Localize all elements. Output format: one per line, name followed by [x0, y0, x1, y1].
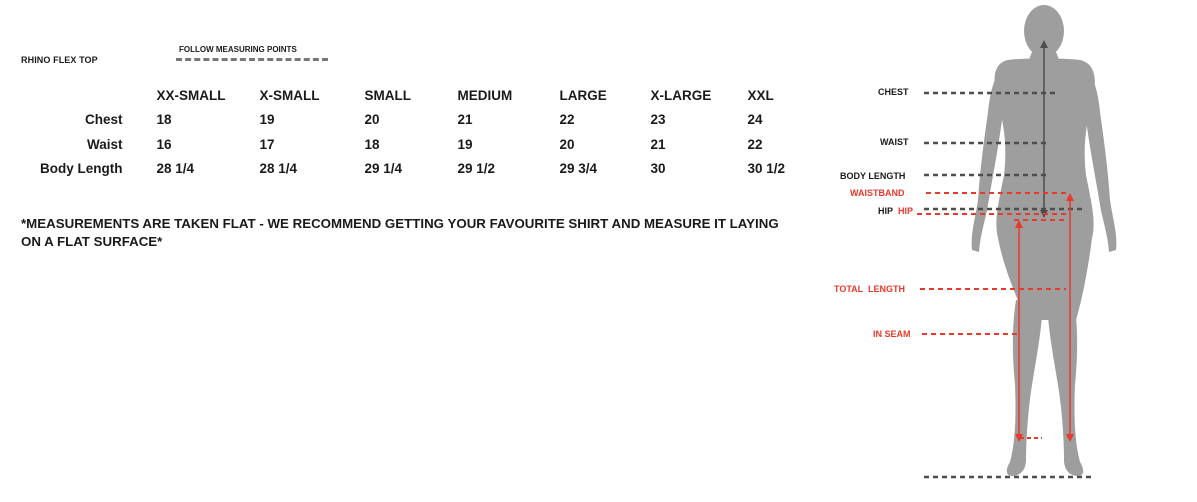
- size-column-header: X-SMALL: [259, 87, 320, 103]
- table-cell: 22: [747, 136, 763, 152]
- table-cell: 19: [259, 112, 275, 128]
- table-row: Body Length 28 1/4 28 1/4 29 1/4 29 1/2 …: [40, 157, 798, 182]
- size-column-header: MEDIUM: [457, 87, 513, 103]
- row-label: Waist: [86, 136, 123, 152]
- table-cell: 18: [156, 112, 172, 128]
- measuring-points-legend-line: [176, 58, 328, 61]
- size-header-row: XX-SMALL X-SMALL SMALL MEDIUM LARGE X-LA…: [40, 83, 798, 108]
- waistband-label: WAISTBAND: [850, 188, 905, 198]
- product-name: RHINO FLEX TOP: [21, 55, 98, 65]
- measuring-points-legend-label: FOLLOW MEASURING POINTS: [179, 45, 297, 54]
- table-cell: 22: [559, 112, 575, 128]
- hip-red-label: HIP: [898, 206, 913, 216]
- table-cell: 30: [650, 161, 666, 177]
- table-cell: 20: [559, 136, 575, 152]
- in-seam-label: IN SEAM: [873, 329, 911, 339]
- table-cell: 28 1/4: [259, 161, 298, 177]
- table-cell: 23: [650, 112, 666, 128]
- size-column-header: SMALL: [364, 87, 412, 103]
- table-cell: 21: [650, 136, 666, 152]
- table-cell: 20: [364, 112, 380, 128]
- size-column-header: LARGE: [559, 87, 607, 103]
- size-chart-table: XX-SMALL X-SMALL SMALL MEDIUM LARGE X-LA…: [40, 83, 798, 181]
- table-cell: 21: [457, 112, 473, 128]
- table-row: Waist 16 17 18 19 20 21 22: [40, 132, 798, 157]
- measurement-note: *MEASUREMENTS ARE TAKEN FLAT - WE RECOMM…: [21, 216, 779, 249]
- body-measurement-figure: CHEST WAIST BODY LENGTH WAISTBAND HIP HI…: [834, 5, 1117, 479]
- size-header-corner: [40, 83, 157, 108]
- total-length-label: TOTAL LENGTH: [834, 284, 905, 294]
- table-cell: 18: [364, 136, 380, 152]
- chest-label: CHEST: [878, 87, 909, 97]
- table-cell: 24: [747, 112, 763, 128]
- size-column-header: X-LARGE: [650, 87, 712, 103]
- row-label: Chest: [84, 112, 123, 128]
- table-row: Chest 18 19 20 21 22 23 24: [40, 108, 798, 133]
- table-cell: 29 3/4: [559, 161, 598, 177]
- row-label: Body Length: [40, 161, 123, 177]
- table-cell: 28 1/4: [156, 161, 195, 177]
- table-cell: 29 1/2: [457, 161, 496, 177]
- table-cell: 19: [457, 136, 473, 152]
- body-length-label: BODY LENGTH: [840, 171, 905, 181]
- size-column-header: XXL: [747, 87, 774, 103]
- table-cell: 16: [156, 136, 172, 152]
- waist-label: WAIST: [880, 137, 909, 147]
- table-cell: 30 1/2: [747, 161, 786, 177]
- table-cell: 29 1/4: [364, 161, 403, 177]
- table-cell: 17: [259, 136, 275, 152]
- size-column-header: XX-SMALL: [156, 87, 226, 103]
- hip-label: HIP: [878, 206, 893, 216]
